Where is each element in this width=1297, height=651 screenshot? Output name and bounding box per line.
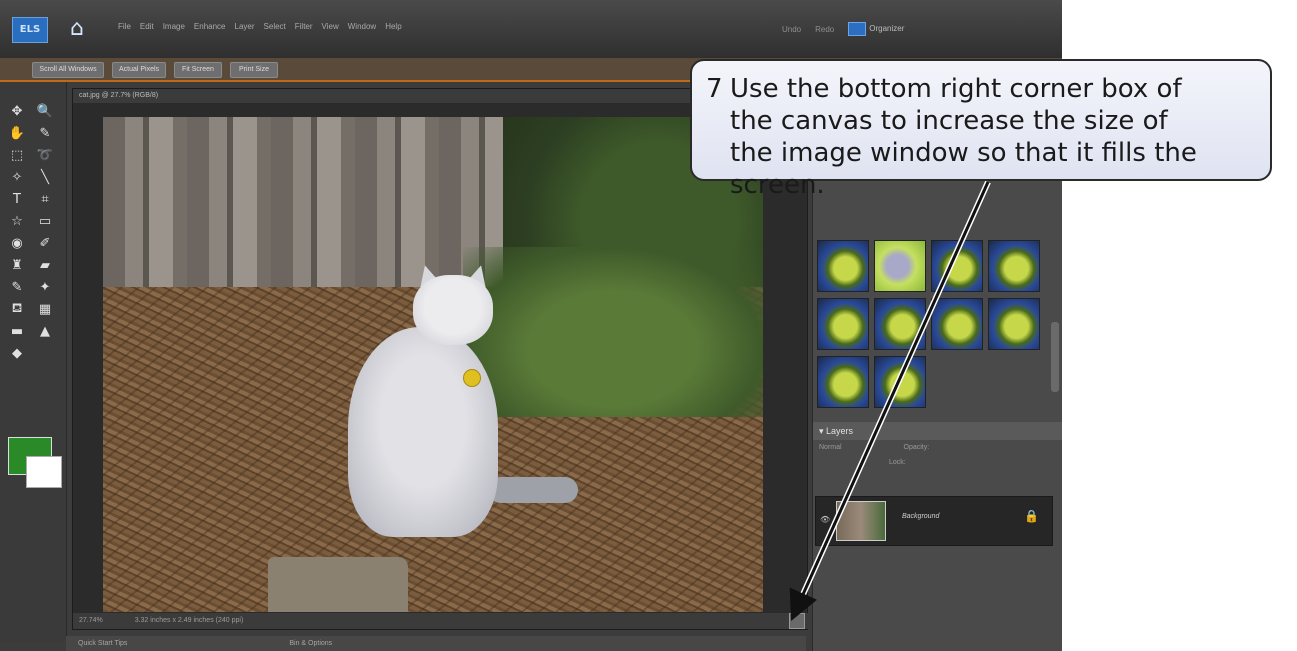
move-tool-icon[interactable]: ✥ xyxy=(6,102,28,120)
grass-patch xyxy=(463,247,763,417)
callout-line-3: the image window so that it fills the xyxy=(730,138,1197,168)
effect-thumbnail[interactable] xyxy=(874,356,926,408)
home-icon[interactable]: ⌂ xyxy=(62,14,92,44)
bin-options[interactable]: Bin & Options xyxy=(289,640,332,647)
callout-line-4: screen. xyxy=(730,170,825,200)
red-eye-tool-icon[interactable]: ◉ xyxy=(6,234,28,252)
app-logo: ELS xyxy=(12,17,48,43)
menu-bar: ELS ⌂ File Edit Image Enhance Layer Sele… xyxy=(0,0,1062,59)
healing-brush-icon[interactable]: ✐ xyxy=(34,234,56,252)
gradient-tool-icon[interactable]: ▦ xyxy=(34,300,56,318)
menu-help[interactable]: Help xyxy=(385,22,401,31)
layers-options: Normal Opacity: Lock: xyxy=(819,444,1049,474)
menu-edit[interactable]: Edit xyxy=(140,22,154,31)
callout-text: 7 Use the bottom right corner box of the … xyxy=(706,73,1256,201)
effect-thumbnail[interactable] xyxy=(931,298,983,350)
blur-tool-icon[interactable]: ▲ xyxy=(34,322,56,340)
menu-filter[interactable]: Filter xyxy=(295,22,313,31)
actual-pixels-button[interactable]: Actual Pixels xyxy=(112,62,166,78)
cookie-cutter-icon[interactable]: ☆ xyxy=(6,212,28,230)
lock-label: Lock: xyxy=(889,459,906,466)
layers-title: Layers xyxy=(826,426,854,436)
menu-list: File Edit Image Enhance Layer Select Fil… xyxy=(118,22,402,31)
hand-tool-icon[interactable]: ✋ xyxy=(6,124,28,142)
effect-thumbnail[interactable] xyxy=(988,298,1040,350)
scroll-all-windows-button[interactable]: Scroll All Windows xyxy=(32,62,104,78)
document-size-info: 3.32 inches x 2.49 inches (240 ppi) xyxy=(134,617,244,624)
callout-line-1: Use the bottom right corner box of xyxy=(730,74,1182,104)
layers-panel-header[interactable]: ▾ Layers xyxy=(813,422,1062,440)
organizer-label: Organizer xyxy=(869,24,905,34)
cat-tail xyxy=(488,477,578,503)
rock xyxy=(268,557,408,612)
layer-thumbnail xyxy=(836,501,886,541)
marquee-tool-icon[interactable]: ⬚ xyxy=(6,146,28,164)
cat-head xyxy=(413,275,493,345)
shape-tool-icon[interactable]: ▬ xyxy=(6,322,28,340)
effect-thumbnail[interactable] xyxy=(817,298,869,350)
brush-tool-icon[interactable]: ✎ xyxy=(6,278,28,296)
clone-stamp-icon[interactable]: ♜ xyxy=(6,256,28,274)
redo-button[interactable]: Redo xyxy=(815,25,834,34)
fit-screen-button[interactable]: Fit Screen xyxy=(174,62,222,78)
tool-grid: ✥ 🔍 ✋ ✎ ⬚ ➰ ✧ ╲ T ⌗ ☆ ▭ ◉ ✐ ♜ ▰ ✎ ✦ ⛾ ▦ … xyxy=(6,102,56,362)
cat-body xyxy=(348,327,498,537)
eyedropper-tool-icon[interactable]: ✎ xyxy=(34,124,56,142)
type-tool-icon[interactable]: T xyxy=(6,190,28,208)
zoom-level[interactable]: 27.74% xyxy=(79,617,103,624)
toolbox: ✥ 🔍 ✋ ✎ ⬚ ➰ ✧ ╲ T ⌗ ☆ ▭ ◉ ✐ ♜ ▰ ✎ ✦ ⛾ ▦ … xyxy=(0,82,67,642)
effects-thumbnails xyxy=(817,240,1040,408)
effect-thumbnail-selected[interactable] xyxy=(874,240,926,292)
callout-line-2: the canvas to increase the size of xyxy=(730,106,1168,136)
quick-start-tips[interactable]: Quick Start Tips xyxy=(78,640,127,647)
image-canvas[interactable] xyxy=(103,117,763,612)
menu-window[interactable]: Window xyxy=(348,22,376,31)
lasso-tool-icon[interactable]: ➰ xyxy=(34,146,56,164)
instruction-callout: 7 Use the bottom right corner box of the … xyxy=(690,59,1272,200)
paint-bucket-icon[interactable]: ⛾ xyxy=(6,300,28,318)
layer-row-background[interactable]: 👁 Background 🔒 xyxy=(815,496,1053,546)
document-status-bar: 27.74% 3.32 inches x 2.49 inches (240 pp… xyxy=(73,613,813,629)
zoom-tool-icon[interactable]: 🔍 xyxy=(34,102,56,120)
menu-select[interactable]: Select xyxy=(264,22,286,31)
smart-brush-icon[interactable]: ✦ xyxy=(34,278,56,296)
menu-image[interactable]: Image xyxy=(163,22,185,31)
effect-thumbnail[interactable] xyxy=(931,240,983,292)
layer-name: Background xyxy=(902,513,940,520)
crop-tool-icon[interactable]: ⌗ xyxy=(34,190,56,208)
effect-thumbnail[interactable] xyxy=(874,298,926,350)
effect-thumbnail[interactable] xyxy=(817,240,869,292)
resize-corner-box[interactable] xyxy=(789,613,805,629)
blend-mode-select[interactable]: Normal xyxy=(819,444,842,451)
menu-file[interactable]: File xyxy=(118,22,131,31)
undo-button[interactable]: Undo xyxy=(782,25,801,34)
magic-wand-tool-icon[interactable]: ✧ xyxy=(6,168,28,186)
sponge-tool-icon[interactable]: ◆ xyxy=(6,344,28,362)
lock-icon: 🔒 xyxy=(1024,509,1039,523)
menu-layer[interactable]: Layer xyxy=(235,22,255,31)
cat-collar-tag xyxy=(463,369,481,387)
background-color-swatch[interactable] xyxy=(26,456,62,488)
effect-thumbnail[interactable] xyxy=(817,356,869,408)
selection-brush-icon[interactable]: ╲ xyxy=(34,168,56,186)
panel-scrollbar[interactable] xyxy=(1051,322,1059,392)
step-number: 7 xyxy=(706,74,723,104)
effect-thumbnail[interactable] xyxy=(988,240,1040,292)
print-size-button[interactable]: Print Size xyxy=(230,62,278,78)
bottom-bar: Quick Start Tips Bin & Options xyxy=(66,636,806,651)
menu-enhance[interactable]: Enhance xyxy=(194,22,226,31)
straighten-tool-icon[interactable]: ▭ xyxy=(34,212,56,230)
visibility-eye-icon[interactable]: 👁 xyxy=(820,515,830,524)
eraser-tool-icon[interactable]: ▰ xyxy=(34,256,56,274)
menu-view[interactable]: View xyxy=(322,22,339,31)
opacity-label: Opacity: xyxy=(903,444,930,451)
right-menu: Undo Redo Organizer xyxy=(782,22,904,36)
organizer-button[interactable]: Organizer xyxy=(848,22,904,36)
organizer-icon xyxy=(848,22,867,36)
